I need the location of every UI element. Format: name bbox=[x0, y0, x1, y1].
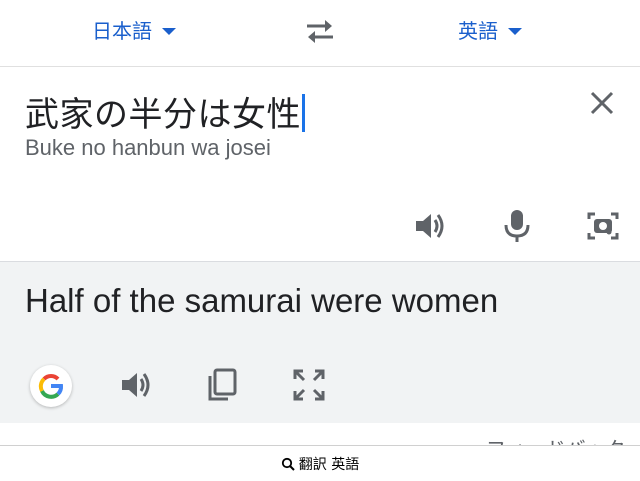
source-input-area[interactable]: 武家の半分は女性 Buke no hanbun wa josei bbox=[0, 67, 640, 261]
clear-text-button[interactable] bbox=[588, 89, 616, 117]
translation-output-area: Half of the samurai were women bbox=[0, 261, 640, 424]
camera-translate-button[interactable] bbox=[585, 208, 621, 244]
search-bar-label: 翻訳 英語 bbox=[298, 456, 360, 473]
microphone-icon bbox=[504, 210, 530, 242]
feedback-link[interactable]: フィードバック bbox=[486, 433, 626, 445]
source-text: 武家の半分は女性 bbox=[25, 95, 301, 135]
camera-lens-icon bbox=[587, 212, 619, 240]
text-cursor bbox=[302, 94, 305, 132]
copy-icon bbox=[208, 368, 237, 401]
translation-text: Half of the samurai were women bbox=[25, 282, 499, 319]
listen-translation-button[interactable] bbox=[118, 367, 154, 403]
swap-languages-button[interactable] bbox=[303, 16, 337, 46]
below-fold-content: フィードバック bbox=[0, 423, 640, 445]
romanization-text: Buke no hanbun wa josei bbox=[25, 135, 271, 160]
speaker-icon bbox=[122, 373, 150, 397]
language-bar: 日本語 英語 bbox=[0, 0, 640, 67]
fullscreen-icon bbox=[293, 369, 325, 401]
source-language-selector[interactable]: 日本語 bbox=[92, 14, 176, 44]
bottom-search-bar[interactable]: 翻訳 英語 bbox=[0, 445, 640, 481]
target-language-selector[interactable]: 英語 bbox=[458, 14, 522, 44]
source-language-label: 日本語 bbox=[92, 18, 152, 43]
source-text-field[interactable]: 武家の半分は女性 bbox=[25, 87, 305, 136]
target-language-label: 英語 bbox=[458, 18, 498, 43]
voice-input-button[interactable] bbox=[499, 208, 535, 244]
close-icon bbox=[590, 91, 614, 115]
caret-down-icon bbox=[508, 27, 522, 35]
caret-down-icon bbox=[162, 27, 176, 35]
speaker-icon bbox=[416, 214, 444, 238]
google-logo-button[interactable] bbox=[30, 365, 72, 407]
search-icon bbox=[281, 457, 295, 471]
copy-translation-button[interactable] bbox=[204, 367, 240, 403]
fullscreen-button[interactable] bbox=[291, 367, 327, 403]
swap-arrows-icon bbox=[307, 20, 333, 43]
listen-source-button[interactable] bbox=[412, 208, 448, 244]
google-logo-icon bbox=[38, 374, 63, 399]
